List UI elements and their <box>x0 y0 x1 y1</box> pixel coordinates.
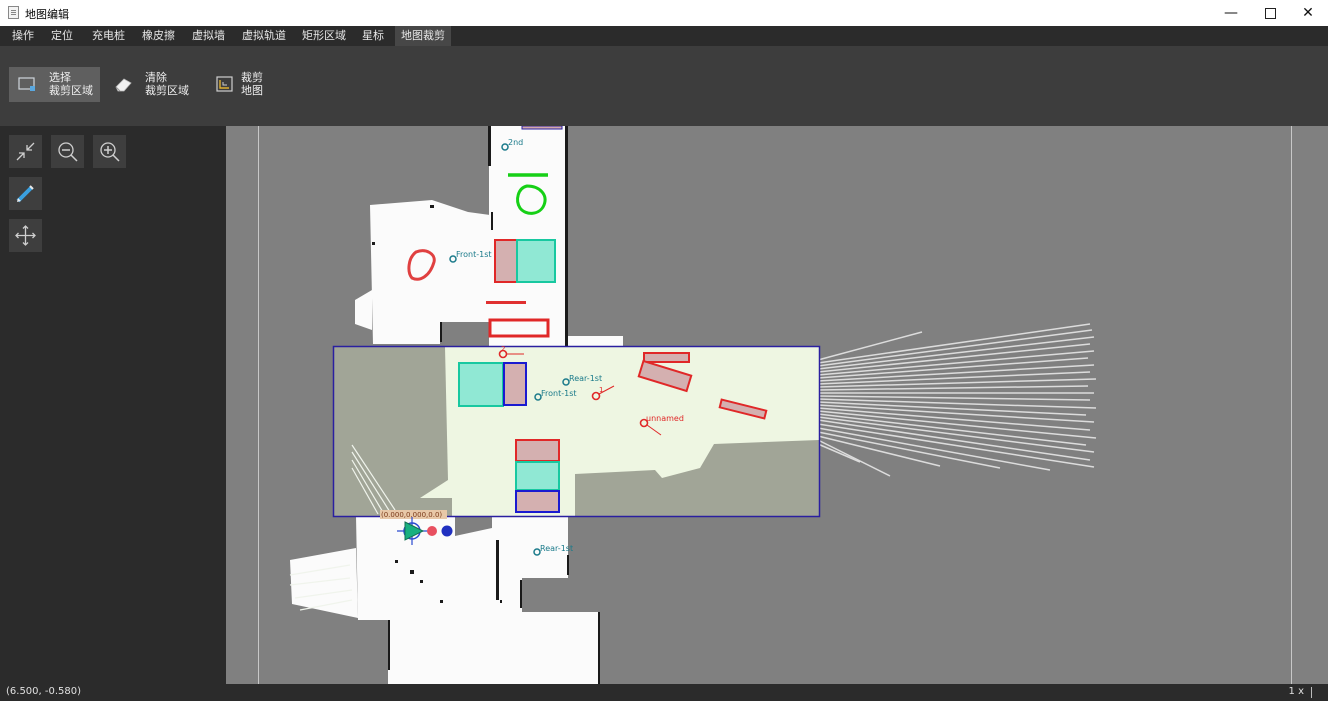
menu-eraser[interactable]: 橡皮擦 <box>136 26 181 46</box>
crop-map-label-2: 地图 <box>241 84 263 97</box>
clear-crop-label-2: 裁剪区域 <box>145 84 189 97</box>
crop-icon <box>216 76 233 92</box>
menu-virtual-wall[interactable]: 虚拟墙 <box>186 26 231 46</box>
robot-target-blue-dot <box>441 525 453 537</box>
map-canvas[interactable]: 2nd Front-1st Rear-1st Front-1st Rear-1s… <box>226 126 1328 684</box>
marker-rear-1st-a-label: Rear-1st <box>569 374 602 383</box>
zoom-in-button[interactable] <box>93 135 126 168</box>
title-bar: 地图编辑 — ✕ <box>0 0 1328 26</box>
menu-virtual-track[interactable]: 虚拟轨道 <box>236 26 292 46</box>
cursor-coordinates: (6.500, -0.580) <box>6 686 82 697</box>
side-tool-panel <box>0 126 226 684</box>
zoom-level: 1 x <box>1288 686 1304 697</box>
marker-front-1st-b-label: Front-1st <box>541 389 577 398</box>
laser-scan-rays-right <box>817 323 1097 477</box>
marker-front-1st-a-label: Front-1st <box>456 250 492 259</box>
fit-icon <box>16 142 35 161</box>
toolbar: 选择 裁剪区域 清除 裁剪区域 裁剪 地图 <box>0 46 1328 126</box>
clear-crop-area-button[interactable]: 清除 裁剪区域 <box>108 67 194 102</box>
eraser-icon <box>115 78 132 92</box>
poi-unnamed-label: unnamed <box>646 414 684 423</box>
window-title: 地图编辑 <box>25 8 69 21</box>
zone-cyan-3[interactable] <box>515 461 560 491</box>
close-button[interactable]: ✕ <box>1289 0 1327 26</box>
crop-map-button[interactable]: 裁剪 地图 <box>207 67 269 102</box>
robot-target-red-dot <box>427 526 437 536</box>
zone-blue-1[interactable] <box>503 362 527 406</box>
zone-red-1[interactable] <box>494 239 518 283</box>
zoom-out-icon <box>58 142 78 162</box>
clear-crop-label-1: 清除 <box>145 71 167 84</box>
menu-map-crop[interactable]: 地图裁剪 <box>395 26 451 46</box>
select-rect-icon <box>18 77 35 91</box>
menu-charger[interactable]: 充电桩 <box>86 26 131 46</box>
pan-button[interactable] <box>9 219 42 252</box>
marker-rear-1st-b-label: Rear-1st <box>540 544 573 553</box>
pen-tool-button[interactable] <box>9 177 42 210</box>
menu-operate[interactable]: 操作 <box>6 26 40 46</box>
minimize-button[interactable]: — <box>1212 0 1250 26</box>
move-icon <box>15 225 36 246</box>
menu-star[interactable]: 星标 <box>356 26 390 46</box>
zoom-out-button[interactable] <box>51 135 84 168</box>
select-crop-label-2: 裁剪区域 <box>49 84 93 97</box>
menu-bar: 操作 定位 充电桩 橡皮擦 虚拟墙 虚拟轨道 矩形区域 星标 地图裁剪 <box>0 26 1328 46</box>
crop-map-label-1: 裁剪 <box>241 71 263 84</box>
select-crop-label-1: 选择 <box>49 71 71 84</box>
poi-2-label: 2 <box>501 345 505 353</box>
map-view: 2nd Front-1st Rear-1st Front-1st Rear-1s… <box>258 126 1292 684</box>
pen-tool-icon <box>16 185 34 203</box>
app-icon <box>8 6 19 19</box>
maximize-icon <box>1264 7 1276 19</box>
zone-top[interactable] <box>521 126 563 130</box>
select-crop-area-button[interactable]: 选择 裁剪区域 <box>9 67 100 102</box>
zone-cyan-2[interactable] <box>458 362 504 407</box>
poi-1-label: 1 <box>599 386 603 394</box>
menu-locate[interactable]: 定位 <box>45 26 79 46</box>
zone-red-2[interactable] <box>643 352 690 363</box>
maximize-button[interactable] <box>1251 0 1289 26</box>
marker-2nd-label: 2nd <box>508 138 523 147</box>
zone-red-5[interactable] <box>515 439 560 462</box>
status-bar: (6.500, -0.580) 1 x <box>0 684 1328 701</box>
status-separator <box>1311 687 1312 698</box>
zoom-in-icon <box>100 142 120 162</box>
virtual-wall-red[interactable] <box>486 301 526 304</box>
zone-cyan-1[interactable] <box>516 239 556 283</box>
zone-blue-2[interactable] <box>515 490 560 513</box>
menu-rect-area[interactable]: 矩形区域 <box>296 26 352 46</box>
fit-view-button[interactable] <box>9 135 42 168</box>
